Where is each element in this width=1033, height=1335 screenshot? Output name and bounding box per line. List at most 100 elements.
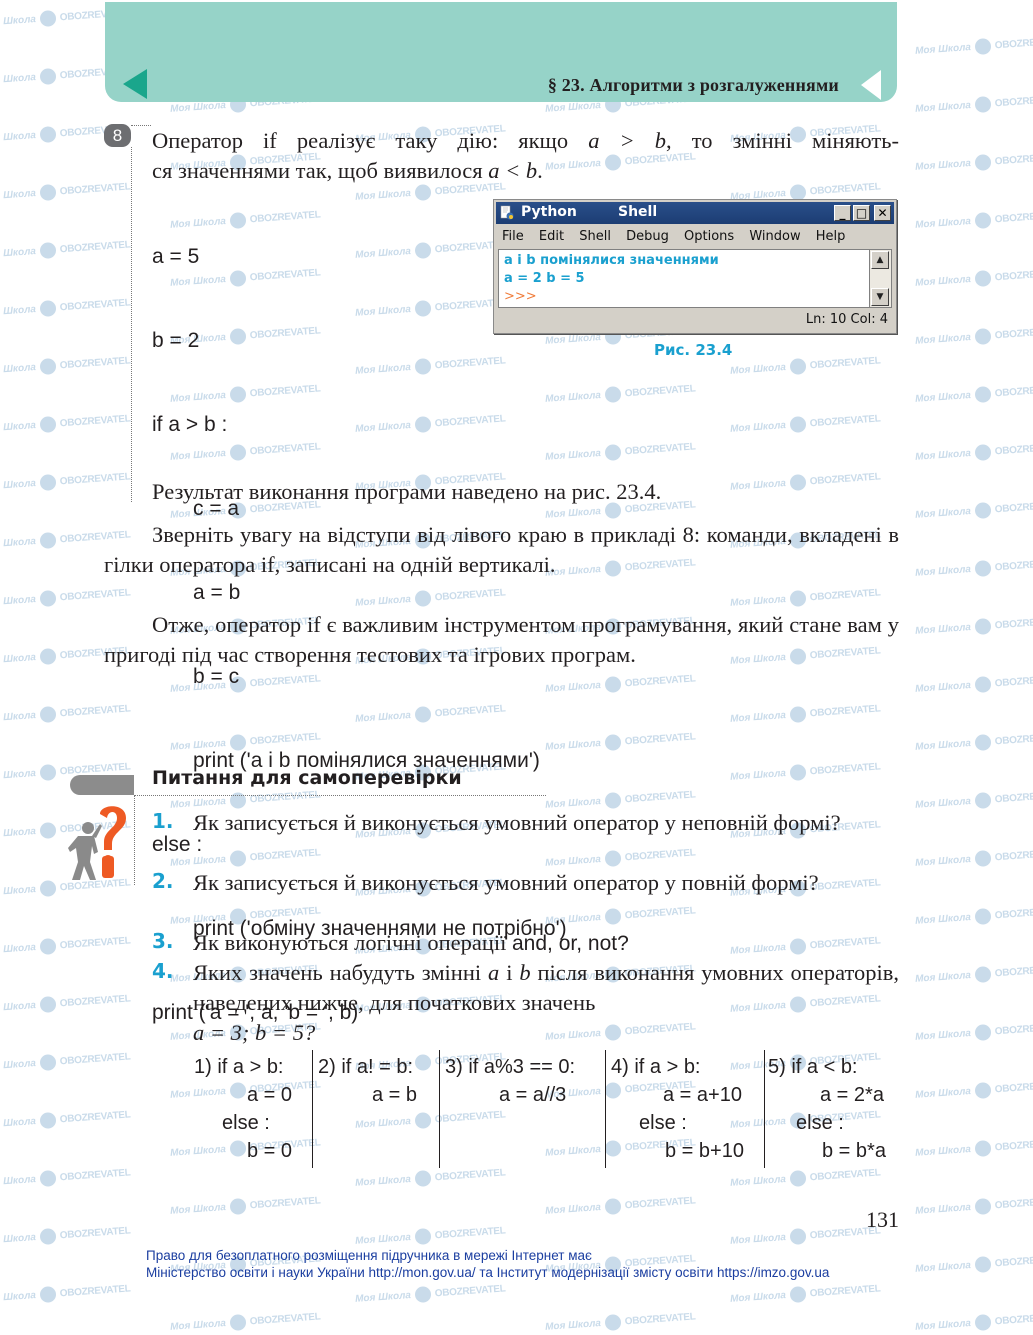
close-button[interactable]: ✕ bbox=[874, 205, 891, 221]
watermark: Моя ШколаOBOZREVATEL bbox=[0, 239, 131, 260]
figure-caption: Рис. 23.4 bbox=[654, 341, 733, 359]
footer-line[interactable]: Міністерство освіти і науки України http… bbox=[146, 1264, 829, 1281]
intro-text: , то змінні міняють- bbox=[666, 128, 900, 153]
question-text: Яких значень набудуть змінні bbox=[193, 960, 482, 985]
example-border-top bbox=[131, 125, 151, 126]
watermark: Моя ШколаOBOZREVATEL bbox=[914, 1253, 1033, 1275]
shell-output-line: a = 2 b = 5 bbox=[504, 271, 585, 286]
shell-prompt: >>> bbox=[504, 289, 537, 304]
watermark: Моя ШколаOBOZREVATEL bbox=[544, 673, 696, 695]
watermark: Моя ШколаOBOZREVATEL bbox=[729, 761, 881, 783]
variable-a: a bbox=[488, 960, 500, 985]
operator-block-3: 3) if a%3 == 0: a = a//3 bbox=[445, 1050, 605, 1168]
watermark: Моя ШколаOBOZREVATEL bbox=[914, 557, 1033, 579]
shell-output-area[interactable]: a i b помінялися значеннями a = 2 b = 5 … bbox=[498, 249, 869, 308]
operator-line: else : bbox=[639, 1112, 687, 1134]
watermark: Моя ШколаOBOZREVATEL bbox=[729, 703, 881, 725]
menu-file[interactable]: File bbox=[502, 229, 524, 244]
prev-page-arrow-icon[interactable] bbox=[123, 69, 147, 99]
menu-help[interactable]: Help bbox=[816, 229, 846, 244]
scroll-up-icon[interactable]: ▲ bbox=[871, 251, 889, 269]
condition-a-gt-b: a > b bbox=[588, 128, 667, 153]
code-line: if a > b : bbox=[152, 413, 228, 436]
chapter-header: § 23. Алгоритми з розгалуженнями bbox=[105, 2, 897, 102]
watermark: Моя ШколаOBOZREVATEL bbox=[914, 1079, 1033, 1101]
next-page-arrow-icon[interactable] bbox=[861, 70, 881, 100]
question-3-text: Як виконуються логічні операції and, or,… bbox=[193, 928, 899, 959]
operator-line: a = 2*a bbox=[820, 1084, 884, 1106]
menu-edit[interactable]: Edit bbox=[539, 229, 564, 244]
window-title-python: Python bbox=[521, 204, 577, 220]
watermark: Моя ШколаOBOZREVATEL bbox=[0, 1167, 131, 1188]
question-1-text: Як записується й виконується умовний опе… bbox=[193, 810, 841, 835]
menu-debug[interactable]: Debug bbox=[626, 229, 669, 244]
status-bar-position: Ln: 10 Col: 4 bbox=[805, 312, 888, 327]
watermark: Моя ШколаOBOZREVATEL bbox=[914, 963, 1033, 985]
vertical-scrollbar[interactable]: ▲ ▼ bbox=[869, 249, 892, 308]
watermark: Моя ШколаOBOZREVATEL bbox=[914, 731, 1033, 753]
watermark: Моя ШколаOBOZREVATEL bbox=[914, 905, 1033, 927]
result-text: Результат виконання програми наведено на… bbox=[152, 479, 662, 504]
watermark: Моя ШколаOBOZREVATEL bbox=[544, 1311, 696, 1333]
watermark: Моя ШколаOBOZREVATEL bbox=[0, 1109, 131, 1130]
condition-a-lt-b: a < b bbox=[488, 158, 538, 183]
watermark: Моя ШколаOBOZREVATEL bbox=[729, 413, 881, 435]
paragraph-indentation-note: Зверніть увагу на відступи від лівого кр… bbox=[104, 522, 899, 577]
operator-line: 3) if a%3 == 0: bbox=[445, 1056, 576, 1078]
menu-bar: File Edit Shell Debug Options Window Hel… bbox=[502, 229, 856, 244]
watermark: Моя ШколаOBOZREVATEL bbox=[0, 1225, 131, 1246]
watermark: Моя ШколаOBOZREVATEL bbox=[914, 35, 1033, 57]
page-number: 131 bbox=[866, 1207, 899, 1232]
question-number: 1. bbox=[152, 809, 174, 833]
watermark: Моя ШколаOBOZREVATEL bbox=[914, 93, 1033, 115]
watermark: Моя ШколаOBOZREVATEL bbox=[729, 1225, 881, 1247]
operator-line: b = b*a bbox=[822, 1140, 886, 1162]
menu-shell[interactable]: Shell bbox=[579, 229, 611, 244]
column-divider bbox=[312, 1050, 313, 1168]
window-titlebar[interactable]: Python Shell _ □ ✕ bbox=[496, 202, 894, 224]
menu-options[interactable]: Options bbox=[684, 229, 734, 244]
section-title: § 23. Алгоритми з розгалуженнями bbox=[547, 75, 839, 95]
intro-text: Оператор if реалізує таку дію: якщо bbox=[152, 128, 569, 153]
question-thinker-icon bbox=[68, 806, 126, 880]
watermark: Моя ШколаOBOZREVATEL bbox=[914, 441, 1033, 463]
example-number-badge: 8 bbox=[104, 124, 131, 147]
operator-line: b = 0 bbox=[247, 1140, 293, 1162]
watermark: Моя ШколаOBOZREVATEL bbox=[0, 587, 131, 608]
watermark: Моя ШколаOBOZREVATEL bbox=[914, 1195, 1033, 1217]
column-divider bbox=[764, 1050, 765, 1168]
watermark: Моя ШколаOBOZREVATEL bbox=[544, 383, 696, 405]
operator-line: else : bbox=[222, 1112, 270, 1134]
operator-block-1: 1) if a > b: a = 0 else : b = 0 bbox=[190, 1050, 310, 1168]
watermark: Моя ШколаOBOZREVATEL bbox=[0, 935, 131, 956]
watermark: Моя ШколаOBOZREVATEL bbox=[0, 471, 131, 492]
watermark: Моя ШколаOBOZREVATEL bbox=[0, 355, 131, 376]
question-text: Як виконуються логічні операції bbox=[193, 930, 507, 955]
watermark: Моя ШколаOBOZREVATEL bbox=[0, 1051, 131, 1072]
logical-operators: and, or, not? bbox=[512, 932, 629, 955]
operator-block-4: 4) if a > b: a = a+10 else : b = b+10 bbox=[611, 1050, 761, 1168]
watermark: Моя ШколаOBOZREVATEL bbox=[914, 383, 1033, 405]
questions-border-top bbox=[134, 795, 546, 796]
window-title-shell: Shell bbox=[618, 204, 658, 220]
watermark: Моя ШколаOBOZREVATEL bbox=[729, 355, 881, 377]
operator-line: a = a//3 bbox=[499, 1084, 567, 1106]
watermark: Моя ШколаOBOZREVATEL bbox=[354, 1225, 506, 1247]
watermark: Моя ШколаOBOZREVATEL bbox=[914, 151, 1033, 173]
minimize-button[interactable]: _ bbox=[834, 205, 851, 221]
question-number: 2. bbox=[152, 869, 174, 893]
watermark: Моя ШколаOBOZREVATEL bbox=[914, 267, 1033, 289]
python-shell-window: Python Shell _ □ ✕ File Edit Shell Debug… bbox=[493, 199, 897, 334]
watermark: Моя ШколаOBOZREVATEL bbox=[914, 673, 1033, 695]
watermark: Моя ШколаOBOZREVATEL bbox=[729, 1283, 881, 1305]
watermark: Моя ШколаOBOZREVATEL bbox=[0, 993, 131, 1014]
watermark: Моя ШколаOBOZREVATEL bbox=[914, 1311, 1033, 1333]
scroll-down-icon[interactable]: ▼ bbox=[871, 288, 889, 306]
watermark: Моя ШколаOBOZREVATEL bbox=[914, 499, 1033, 521]
menu-window[interactable]: Window bbox=[749, 229, 800, 244]
question-2-text: Як записується й виконується умовний опе… bbox=[193, 870, 819, 895]
maximize-button[interactable]: □ bbox=[853, 205, 870, 221]
watermark: Моя ШколаOBOZREVATEL bbox=[169, 1195, 321, 1217]
operator-line: else : bbox=[796, 1112, 844, 1134]
questions-title: Питання для самоперевірки bbox=[152, 767, 462, 789]
